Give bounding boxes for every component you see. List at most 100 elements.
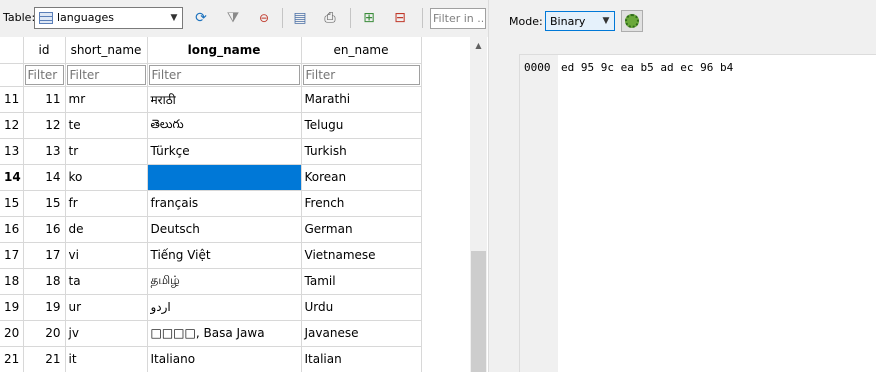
filter-row-corner bbox=[0, 63, 24, 87]
cell-long-name[interactable]: मराठी bbox=[147, 86, 302, 113]
filter-long-name-input[interactable] bbox=[148, 64, 300, 85]
cell-id[interactable]: 21 bbox=[23, 346, 66, 372]
cell-id[interactable]: 13 bbox=[23, 138, 66, 165]
table-row[interactable]: 21 21 it Italiano Italian bbox=[0, 346, 422, 372]
cell-long-name[interactable]: தமிழ் bbox=[147, 268, 302, 295]
cell-id[interactable]: 16 bbox=[23, 216, 66, 243]
cell-short-name[interactable]: ta bbox=[65, 268, 148, 295]
table-row[interactable]: 16 16 de Deutsch German bbox=[0, 216, 422, 243]
table-label: Table: bbox=[3, 11, 36, 24]
cell-long-name[interactable]: Deutsch bbox=[147, 216, 302, 243]
cell-id[interactable]: 11 bbox=[23, 86, 66, 113]
clear-filters-icon[interactable]: ⧩ bbox=[222, 7, 244, 29]
row-number[interactable]: 15 bbox=[0, 190, 24, 217]
cell-long-name[interactable]: اردو bbox=[147, 294, 302, 321]
cell-id[interactable]: 15 bbox=[23, 190, 66, 217]
column-header-en-name[interactable]: en_name bbox=[301, 37, 422, 64]
filter-in-all-columns-input[interactable] bbox=[430, 8, 486, 29]
column-header-id[interactable]: id bbox=[23, 37, 66, 64]
vertical-scrollbar[interactable]: ▲ bbox=[470, 37, 487, 372]
scrollbar-thumb[interactable] bbox=[471, 251, 486, 372]
hex-bytes[interactable]: ed 95 9c ea b5 ad ec 96 b4 bbox=[561, 61, 733, 74]
cell-en-name[interactable]: German bbox=[301, 216, 422, 243]
mode-label: Mode: bbox=[509, 15, 543, 28]
cell-long-name[interactable]: Italiano bbox=[147, 346, 302, 372]
cell-id[interactable]: 12 bbox=[23, 112, 66, 139]
row-number[interactable]: 11 bbox=[0, 86, 24, 113]
table-row[interactable]: 14 14 ko Korean bbox=[0, 164, 422, 191]
row-number[interactable]: 16 bbox=[0, 216, 24, 243]
cell-short-name[interactable]: ur bbox=[65, 294, 148, 321]
cell-short-name[interactable]: mr bbox=[65, 86, 148, 113]
cell-en-name[interactable]: Korean bbox=[301, 164, 422, 191]
cell-id[interactable]: 17 bbox=[23, 242, 66, 269]
cell-short-name[interactable]: vi bbox=[65, 242, 148, 269]
refresh-icon[interactable]: ⟳ bbox=[190, 7, 212, 29]
row-number[interactable]: 13 bbox=[0, 138, 24, 165]
column-header-long-name[interactable]: long_name bbox=[147, 37, 302, 64]
browse-data-pane: Table: languages ▼ ⟳ ⧩ ⊖ ▤ ⎙ ⊞ ⊟ Filter … bbox=[0, 0, 488, 372]
row-number[interactable]: 18 bbox=[0, 268, 24, 295]
cell-id[interactable]: 18 bbox=[23, 268, 66, 295]
cell-short-name[interactable]: it bbox=[65, 346, 148, 372]
cell-en-name[interactable]: Turkish bbox=[301, 138, 422, 165]
hex-editor[interactable]: 0000 ed 95 9c ea b5 ad ec 96 b4 bbox=[519, 54, 876, 372]
cell-id[interactable]: 14 bbox=[23, 164, 66, 191]
row-number[interactable]: 14 bbox=[0, 164, 24, 191]
table-toolbar: Table: languages ▼ ⟳ ⧩ ⊖ ▤ ⎙ ⊞ ⊟ bbox=[0, 0, 488, 36]
cell-short-name[interactable]: ko bbox=[65, 164, 148, 191]
save-table-icon[interactable]: ▤ bbox=[289, 7, 311, 29]
table-row[interactable]: 18 18 ta தமிழ் Tamil bbox=[0, 268, 422, 295]
scroll-down-icon[interactable] bbox=[470, 355, 487, 372]
row-number[interactable]: 20 bbox=[0, 320, 24, 347]
cell-long-name[interactable]: □□□□, Basa Jawa bbox=[147, 320, 302, 347]
scroll-up-icon[interactable]: ▲ bbox=[470, 37, 487, 54]
table-row[interactable]: 19 19 ur اردو Urdu bbox=[0, 294, 422, 321]
cell-en-name[interactable]: Tamil bbox=[301, 268, 422, 295]
cell-short-name[interactable]: fr bbox=[65, 190, 148, 217]
mode-select[interactable]: Binary ▼ bbox=[545, 11, 615, 31]
cell-en-name[interactable]: Marathi bbox=[301, 86, 422, 113]
edit-cell-pane: Mode: Binary ▼ 0000 ed 95 9c ea b5 ad ec… bbox=[492, 0, 876, 372]
cell-short-name[interactable]: jv bbox=[65, 320, 148, 347]
cell-long-name[interactable]: Türkçe bbox=[147, 138, 302, 165]
cell-en-name[interactable]: French bbox=[301, 190, 422, 217]
filter-en-name-input[interactable] bbox=[302, 64, 420, 85]
delete-record-icon[interactable]: ⊟ bbox=[389, 7, 411, 29]
row-number[interactable]: 21 bbox=[0, 346, 24, 372]
cell-en-name[interactable]: Urdu bbox=[301, 294, 422, 321]
cell-id[interactable]: 19 bbox=[23, 294, 66, 321]
cell-long-name[interactable]: తెలుగు bbox=[147, 112, 302, 139]
table-select[interactable]: languages ▼ bbox=[34, 7, 183, 29]
row-number[interactable]: 17 bbox=[0, 242, 24, 269]
filter-id-input[interactable] bbox=[24, 64, 64, 85]
table-row[interactable]: 12 12 te తెలుగు Telugu bbox=[0, 112, 422, 139]
cell-long-name[interactable]: Tiếng Việt bbox=[147, 242, 302, 269]
delete-filter-icon[interactable]: ⊖ bbox=[253, 7, 275, 29]
print-icon[interactable]: ⎙ bbox=[319, 7, 341, 29]
row-number[interactable]: 12 bbox=[0, 112, 24, 139]
cell-id[interactable]: 20 bbox=[23, 320, 66, 347]
filter-short-name-input[interactable] bbox=[66, 64, 146, 85]
table-row[interactable]: 13 13 tr Türkçe Turkish bbox=[0, 138, 422, 165]
cell-short-name[interactable]: te bbox=[65, 112, 148, 139]
cell-en-name[interactable]: Telugu bbox=[301, 112, 422, 139]
chevron-down-icon[interactable]: ▼ bbox=[166, 8, 182, 28]
table-row[interactable]: 17 17 vi Tiếng Việt Vietnamese bbox=[0, 242, 422, 269]
cell-en-name[interactable]: Italian bbox=[301, 346, 422, 372]
cell-en-name[interactable]: Javanese bbox=[301, 320, 422, 347]
cell-short-name[interactable]: tr bbox=[65, 138, 148, 165]
auto-switch-mode-button[interactable] bbox=[621, 10, 643, 32]
table-row[interactable]: 20 20 jv □□□□, Basa Jawa Javanese bbox=[0, 320, 422, 347]
cell-en-name[interactable]: Vietnamese bbox=[301, 242, 422, 269]
chevron-down-icon[interactable]: ▼ bbox=[598, 12, 614, 30]
cell-long-name[interactable]: français bbox=[147, 190, 302, 217]
column-header-short-name[interactable]: short_name bbox=[65, 37, 148, 64]
table-row[interactable]: 11 11 mr मराठी Marathi bbox=[0, 86, 422, 113]
table-row[interactable]: 15 15 fr français French bbox=[0, 190, 422, 217]
insert-record-icon[interactable]: ⊞ bbox=[358, 7, 380, 29]
app-window: Table: languages ▼ ⟳ ⧩ ⊖ ▤ ⎙ ⊞ ⊟ Filter … bbox=[0, 0, 876, 372]
cell-long-name[interactable] bbox=[147, 164, 302, 191]
row-number[interactable]: 19 bbox=[0, 294, 24, 321]
cell-short-name[interactable]: de bbox=[65, 216, 148, 243]
